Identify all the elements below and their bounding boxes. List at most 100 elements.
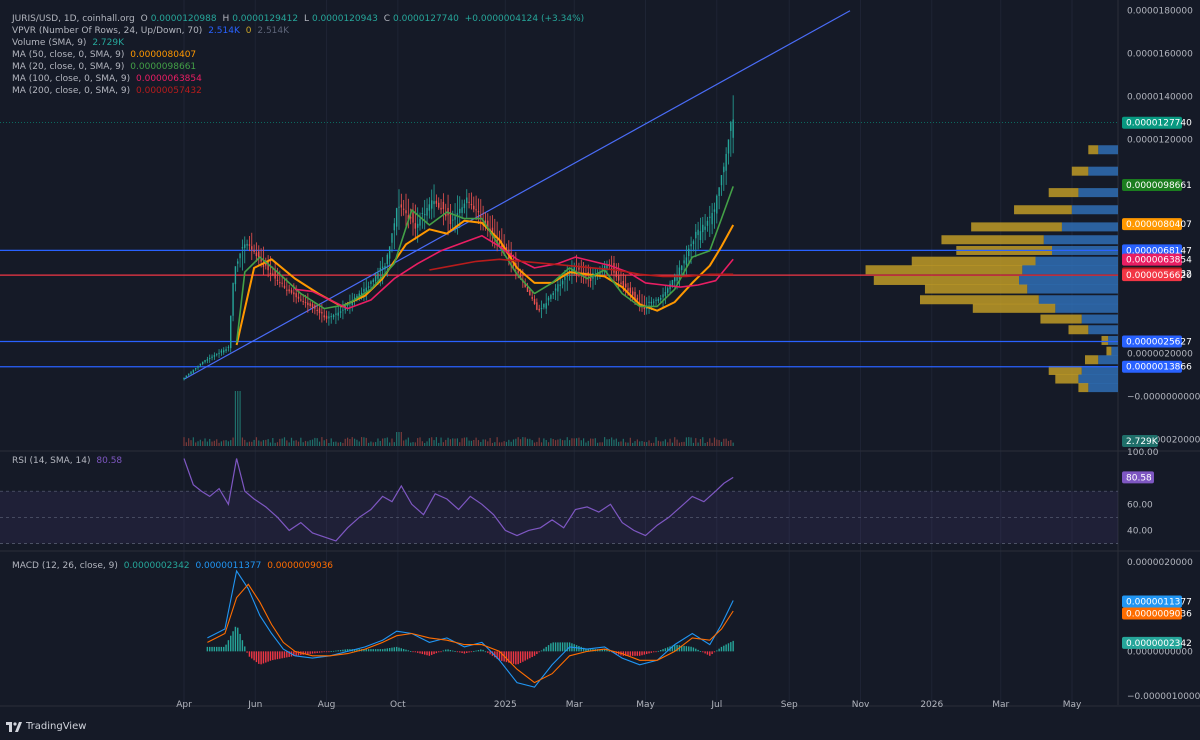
macd-hist-bar (711, 651, 713, 655)
macd-hist-bar (442, 650, 445, 652)
volume-bar (220, 441, 222, 446)
volume-bar (519, 439, 522, 446)
price-candle-body (664, 291, 667, 296)
volume-bar (377, 438, 379, 446)
macd-hist-bar (227, 640, 230, 652)
volume-bar (417, 438, 419, 446)
vpvr-down-bar (1111, 346, 1118, 356)
macd-hist-bar (688, 646, 690, 652)
macd-tag-label: 0.0000009036 (1126, 609, 1192, 619)
tradingview-branding[interactable]: TradingView (6, 721, 86, 732)
price-candle-body (557, 284, 559, 292)
macd-hist-bar (279, 651, 281, 659)
volume-bar (674, 437, 676, 446)
macd-tag-label: 0.0000011377 (1126, 597, 1192, 607)
vpvr-down-bar (1035, 256, 1118, 266)
volume-bar (515, 438, 517, 446)
price-candle-body (428, 204, 431, 211)
vpvr-down-bar (1078, 374, 1118, 384)
macd-hist-bar (391, 647, 393, 652)
macd-hist-bar (459, 651, 461, 653)
price-candle-body (279, 282, 281, 284)
open-label: O (140, 14, 148, 24)
tradingview-logo-icon (6, 721, 22, 732)
volume-bar (386, 437, 388, 446)
volume-bar (561, 440, 564, 446)
volume-bar (585, 442, 587, 446)
macd-hist-bar (265, 651, 267, 663)
macd-hist-bar (328, 651, 330, 653)
macd-hist-bar (662, 649, 664, 652)
vpvr-down-bar (1088, 383, 1118, 393)
price-candle-body (241, 247, 244, 249)
macd-hist-bar (468, 651, 470, 653)
volume-bar (391, 438, 393, 446)
price-candle-body (564, 276, 566, 280)
rsi-legend[interactable]: RSI (14, SMA, 14) 80.58 (12, 455, 125, 467)
macd-hist-bar (470, 651, 473, 653)
macd-hist-bar (321, 651, 323, 653)
volume-bar (625, 442, 627, 446)
volume-bar (489, 437, 491, 446)
ohlc-header: JURIS/USD, 1D, coinhall.org O 0.000012098… (12, 13, 587, 25)
volume-bar (339, 442, 342, 446)
price-tick-label: 0.0000180000 (1127, 7, 1193, 17)
price-tag-label: 0.0000063854 (1126, 256, 1192, 266)
volume-bar (230, 440, 232, 446)
price-candle-body (372, 279, 374, 282)
legend-vpvr[interactable]: VPVR (Number Of Rows, 24, Up/Down, 70) 2… (12, 25, 587, 37)
legend-ma100[interactable]: MA (100, close, 0, SMA, 9) 0.0000063854 (12, 73, 587, 85)
price-candle-body (620, 282, 622, 284)
volume-bar (225, 440, 227, 446)
volume-bar (384, 438, 386, 446)
volume-bar (248, 441, 251, 446)
chart-canvas[interactable]: 0.0000180000 0.0000160000 0.0000140000 0.00… (0, 0, 1200, 740)
price-candle-body (470, 204, 473, 206)
volume-bar (375, 441, 377, 446)
volume-bar (337, 442, 339, 446)
volume-bar (435, 437, 437, 446)
legend-vpvr-value-1: 2.514K (208, 26, 240, 36)
symbol-label[interactable]: JURIS/USD, 1D, coinhall.org (12, 14, 135, 24)
time-tick-label: Apr (176, 700, 192, 710)
price-candle-body (473, 205, 475, 210)
legend-ma200[interactable]: MA (200, close, 0, SMA, 9) 0.0000057432 (12, 85, 587, 97)
macd-hist-bar (723, 645, 725, 652)
price-candle-body (223, 350, 225, 353)
price-candle-body (323, 315, 325, 318)
macd-hist-bar (232, 631, 234, 652)
open-value: 0.0000120988 (150, 14, 217, 24)
volume-bar (304, 440, 307, 446)
legend-volume[interactable]: Volume (SMA, 9) 2.729K (12, 37, 587, 49)
macd-hist-bar (225, 644, 227, 652)
volume-bar (213, 440, 215, 446)
price-candle-body (409, 217, 412, 219)
macd-hist-bar (386, 648, 389, 652)
volume-bar (711, 442, 713, 446)
macd-hist-bar (452, 650, 454, 652)
price-candle-body (732, 119, 734, 138)
volume-bar (477, 440, 480, 446)
legend-ma50[interactable]: MA (50, close, 0, SMA, 9) 0.0000080407 (12, 49, 587, 61)
macd-hist-bar (365, 649, 367, 652)
macd-hist-bar (484, 651, 487, 653)
price-tag-label: 0.0000080407 (1126, 220, 1192, 230)
macd-hist-bar (281, 651, 283, 659)
macd-hist-bar (536, 651, 538, 655)
price-candle-body (307, 302, 309, 306)
volume-bar (606, 439, 608, 446)
legend-ma20[interactable]: MA (20, close, 0, SMA, 9) 0.0000098661 (12, 61, 587, 73)
macd-hist-bar (515, 651, 517, 665)
volume-bar (414, 442, 416, 446)
price-candle-body (533, 298, 536, 304)
vpvr-down-bar (1098, 145, 1118, 155)
price-candle-body (374, 275, 377, 282)
price-candle-body (629, 287, 632, 293)
price-candle-body (536, 302, 538, 310)
volume-bar (533, 442, 536, 446)
legend-ma20-label: MA (20, close, 0, SMA, 9) (12, 62, 125, 72)
volume-bar (454, 438, 456, 446)
macd-legend[interactable]: MACD (12, 26, close, 9) 0.0000002342 0.0… (12, 560, 336, 572)
macd-hist-bar (454, 651, 456, 653)
volume-bar (615, 438, 617, 446)
